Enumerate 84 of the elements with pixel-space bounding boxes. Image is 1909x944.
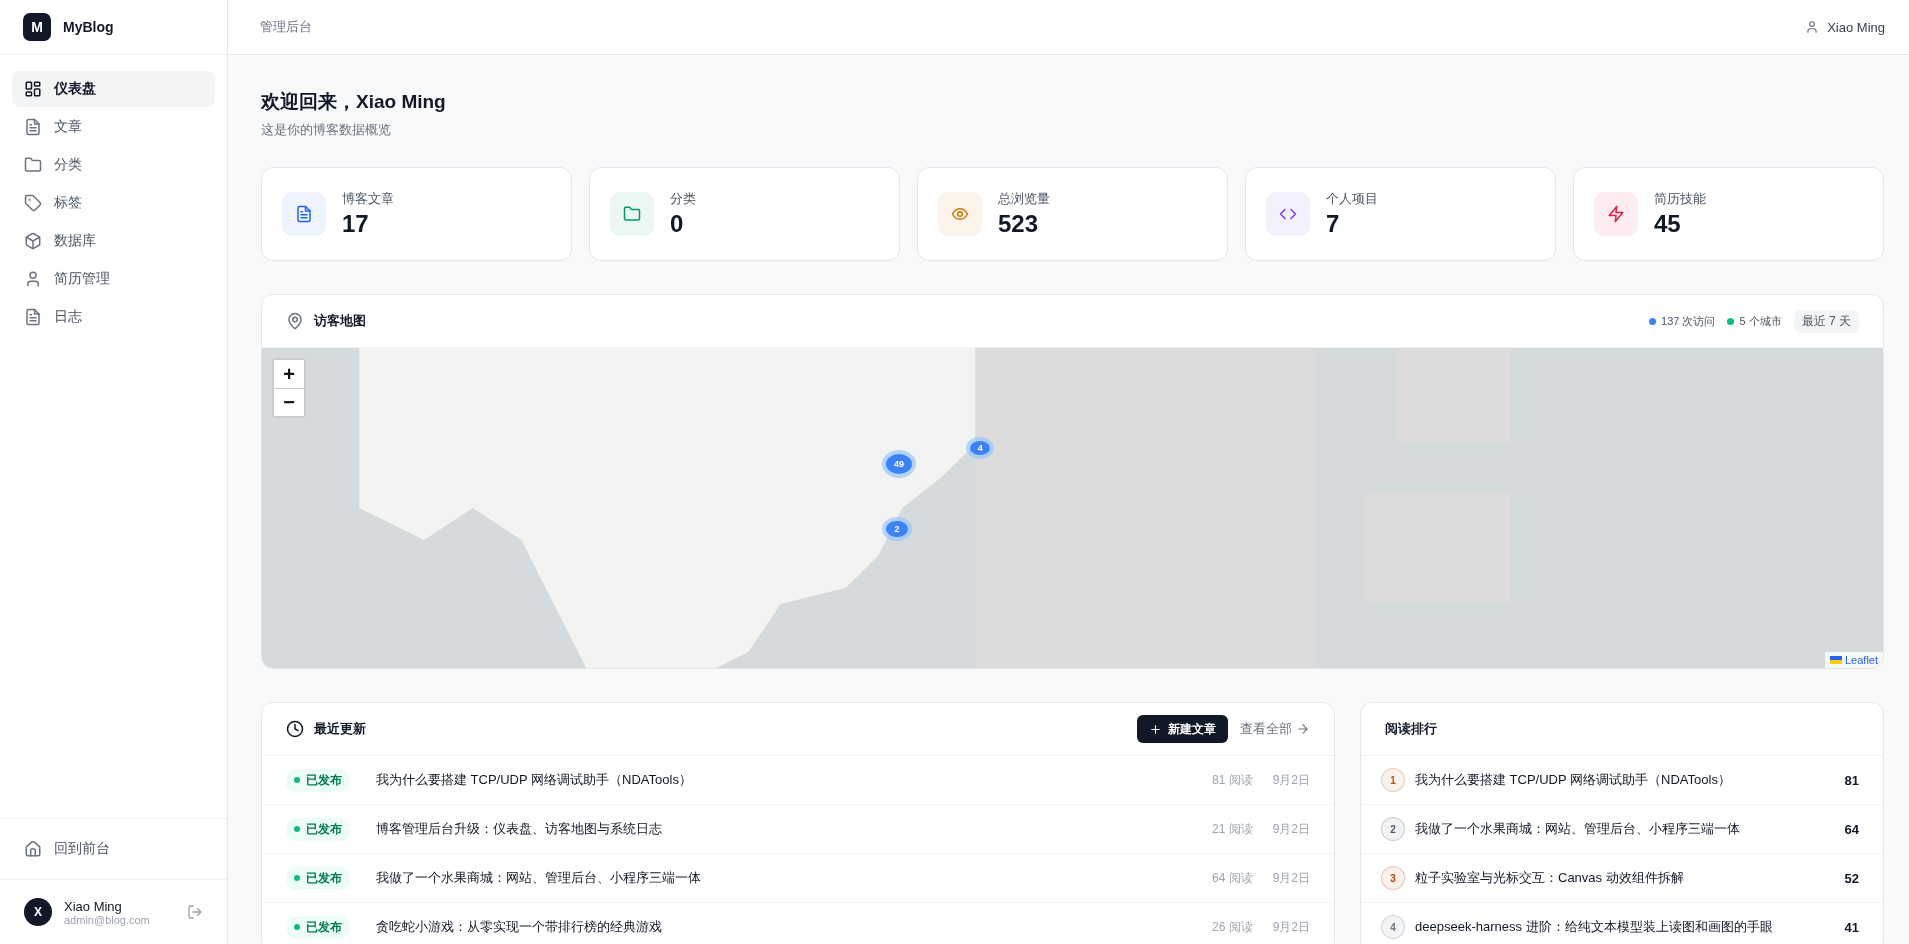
post-title-link[interactable]: 博客管理后台升级：仪表盘、访客地图与系统日志: [376, 820, 1200, 838]
rank-badge: 3: [1381, 866, 1405, 890]
sidebar-item[interactable]: 仪表盘: [12, 71, 215, 107]
stat-value: 523: [998, 210, 1040, 238]
file-icon: [24, 118, 42, 136]
post-title-link[interactable]: 贪吃蛇小游戏：从零实现一个带排行榜的经典游戏: [376, 918, 1200, 936]
user-icon: [24, 270, 42, 288]
rank-badge: 2: [1381, 817, 1405, 841]
stat-value: 17: [342, 210, 370, 238]
user-icon: [1805, 20, 1820, 34]
status-badge: 已发布: [286, 915, 350, 939]
box-icon: [24, 232, 42, 250]
sidebar-item[interactable]: 文章: [12, 109, 215, 145]
post-title-link[interactable]: 我做了一个水果商城：网站、管理后台、小程序三端一体: [1415, 820, 1835, 838]
arrow-right-icon: [1296, 722, 1310, 736]
user-email: admin@blog.com: [64, 913, 151, 926]
user-avatar: X: [24, 898, 52, 926]
back-to-site-link[interactable]: 回到前台: [12, 831, 215, 867]
rank-badge: 4: [1381, 915, 1405, 939]
stat-label: 个人项目: [1326, 190, 1378, 208]
read-count: 21 阅读: [1211, 820, 1253, 838]
post-title-link[interactable]: 粒子实验室与光标交互：Canvas 动效组件拆解: [1415, 869, 1835, 887]
post-title-link[interactable]: 我做了一个水果商城：网站、管理后台、小程序三端一体: [376, 869, 1200, 887]
zoom-out-button[interactable]: −: [274, 388, 304, 416]
stat-label: 总浏览量: [998, 190, 1050, 208]
file-icon: [295, 205, 313, 223]
logout-icon[interactable]: [187, 904, 203, 920]
sidebar-item[interactable]: 日志: [12, 299, 215, 335]
eye-icon: [951, 205, 969, 223]
legend-label: 5 个城市: [1739, 313, 1782, 329]
read-count: 41: [1844, 919, 1859, 935]
map-view[interactable]: + − 49 4 2 Leaflet: [262, 348, 1883, 668]
card-title: 最近更新: [314, 720, 366, 738]
welcome-title: 欢迎回来，Xiao Ming: [261, 90, 447, 114]
rank-badge: 1: [1381, 768, 1405, 792]
header-title: 管理后台: [260, 18, 312, 36]
read-count: 81 阅读: [1211, 771, 1253, 789]
read-count: 26 阅读: [1211, 918, 1253, 936]
stat-label: 分类: [670, 190, 696, 208]
stat-label: 博客文章: [342, 190, 394, 208]
welcome-subtitle: 这是你的博客数据概览: [261, 121, 392, 139]
read-count: 64: [1844, 821, 1859, 837]
legend-label: 137 次访问: [1661, 313, 1716, 329]
post-title-link[interactable]: deepseek-harness 进阶：给纯文本模型装上读图和画图的手眼: [1415, 918, 1835, 936]
brand-name: MyBlog: [63, 19, 114, 35]
post-title-link[interactable]: 我为什么要搭建 TCP/UDP 网络调试助手（NDATools）: [1415, 771, 1835, 789]
sidebar-item[interactable]: 数据库: [12, 223, 215, 259]
sidebar-item[interactable]: 标签: [12, 185, 215, 221]
stat-label: 简历技能: [1654, 190, 1706, 208]
status-badge: 已发布: [286, 817, 350, 841]
post-date: 9月2日: [1272, 771, 1310, 789]
attribution-link[interactable]: Leaflet: [1824, 652, 1883, 668]
grid-icon: [24, 80, 42, 98]
post-title-link[interactable]: 我为什么要搭建 TCP/UDP 网络调试助手（NDATools）: [376, 771, 1200, 789]
card-title: 阅读排行: [1385, 720, 1437, 738]
range-badge: 最近 7 天: [1793, 309, 1859, 333]
map-pin-icon: [286, 312, 304, 330]
read-count: 52: [1844, 870, 1859, 886]
stat-value: 0: [670, 210, 685, 238]
user-menu[interactable]: Xiao Ming: [1805, 19, 1885, 35]
logo: M: [23, 13, 51, 41]
new-post-button[interactable]: 新建文章: [1137, 715, 1228, 743]
tag-icon: [24, 194, 42, 212]
file-icon: [24, 308, 42, 326]
folder-icon: [623, 205, 641, 223]
stat-value: 45: [1654, 210, 1682, 238]
post-date: 9月2日: [1272, 869, 1310, 887]
clock-icon: [286, 720, 304, 738]
read-count: 64 阅读: [1211, 869, 1253, 887]
status-badge: 已发布: [286, 768, 350, 792]
zap-icon: [1607, 205, 1625, 223]
sidebar-item[interactable]: 简历管理: [12, 261, 215, 297]
card-title: 访客地图: [314, 312, 366, 330]
user-name: Xiao Ming: [64, 898, 123, 914]
view-all-link[interactable]: 查看全部: [1240, 720, 1310, 738]
sidebar-item[interactable]: 分类: [12, 147, 215, 183]
home-icon: [24, 840, 42, 858]
folder-icon: [24, 156, 42, 174]
post-date: 9月2日: [1272, 918, 1310, 936]
status-badge: 已发布: [286, 866, 350, 890]
read-count: 81: [1844, 772, 1859, 788]
post-date: 9月2日: [1272, 820, 1310, 838]
plus-icon: [1149, 722, 1162, 736]
stat-value: 7: [1326, 210, 1341, 238]
